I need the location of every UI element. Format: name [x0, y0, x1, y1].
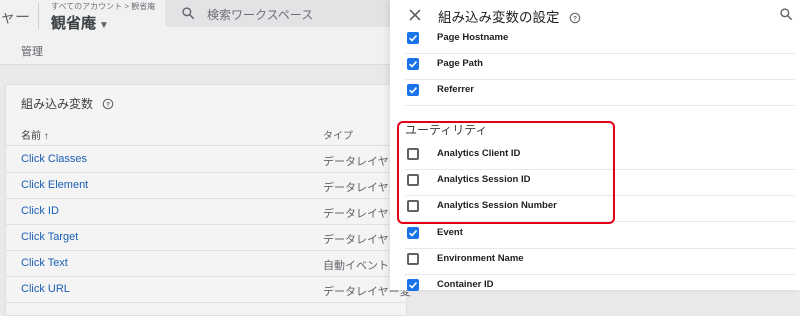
variable-name-link[interactable]: Click URL — [21, 283, 70, 295]
workspace-search[interactable] — [165, 0, 425, 27]
checkbox[interactable] — [407, 200, 419, 212]
variable-name-link[interactable]: Click Target — [21, 231, 78, 243]
list-item[interactable]: Environment Name — [405, 248, 795, 275]
checkbox[interactable] — [407, 148, 419, 160]
list-item[interactable]: Page Path — [405, 53, 795, 80]
checkbox[interactable] — [407, 279, 419, 291]
check-icon — [409, 230, 418, 237]
close-icon[interactable] — [407, 7, 423, 23]
variable-label: Analytics Session Number — [437, 200, 557, 211]
utility-group-title: ユーティリティ — [405, 123, 488, 137]
panel-title: 組み込み変数の設定 ? — [438, 6, 581, 26]
column-header-type[interactable]: タイプ — [323, 127, 353, 142]
caret-down-icon: ▼ — [99, 20, 109, 31]
card-title-text: 組み込み変数 — [21, 97, 94, 111]
configure-builtin-variables-panel: Page Hostname Page Path Referrer ユーティリティ… — [390, 0, 800, 291]
table-row[interactable]: Click Classes データレイヤー変 — [6, 146, 411, 173]
checkbox[interactable] — [407, 253, 419, 265]
variable-label: Event — [437, 227, 463, 238]
variable-label: Container ID — [437, 279, 494, 290]
help-icon[interactable]: ? — [569, 12, 581, 24]
variable-name-link[interactable]: Click Element — [21, 179, 88, 191]
check-icon — [409, 61, 418, 68]
checkbox[interactable] — [407, 84, 419, 96]
account-breadcrumb[interactable]: すべてのアカウント > 観省庵 — [51, 1, 155, 12]
builtin-variables-card: 組み込み変数 ? 名前 ↑ タイプ Click Classes データレイヤー変… — [5, 84, 411, 316]
panel-title-text: 組み込み変数の設定 — [438, 10, 560, 25]
check-icon — [409, 282, 418, 289]
svg-text:?: ? — [573, 16, 577, 23]
panel-header: 組み込み変数の設定 ? — [390, 0, 800, 30]
table-row[interactable]: Click Text 自動イベント変数 — [6, 250, 411, 277]
variable-name-link[interactable]: Click Text — [21, 257, 68, 269]
container-name: 観省庵 — [51, 15, 97, 32]
container-switcher[interactable]: 観省庵 ▼ — [51, 12, 109, 33]
check-icon — [409, 35, 418, 42]
table-row[interactable]: Click ID データレイヤー変 — [6, 198, 411, 225]
divider — [38, 3, 39, 29]
search-icon — [182, 7, 195, 20]
variable-label: Page Path — [437, 58, 483, 69]
list-item[interactable]: Analytics Session Number — [405, 195, 795, 222]
svg-text:?: ? — [106, 102, 110, 109]
variable-label: Analytics Client ID — [437, 148, 521, 159]
variable-name-link[interactable]: Click Classes — [21, 153, 87, 165]
checkbox[interactable] — [407, 227, 419, 239]
list-item[interactable]: Referrer — [405, 79, 795, 106]
list-item[interactable]: Analytics Session ID — [405, 169, 795, 196]
list-item[interactable]: Analytics Client ID — [405, 143, 795, 170]
variable-label: Environment Name — [437, 253, 524, 264]
search-icon[interactable] — [779, 7, 793, 21]
checkbox[interactable] — [407, 32, 419, 44]
tab-admin[interactable]: 管理 — [21, 43, 43, 59]
variable-label: Referrer — [437, 84, 474, 95]
product-name: ャー — [0, 9, 31, 26]
table-row[interactable]: Click Element データレイヤー変 — [6, 172, 411, 199]
table-row[interactable]: Click Target データレイヤー変 — [6, 224, 411, 251]
card-title: 組み込み変数 ? — [21, 95, 114, 112]
check-icon — [409, 87, 418, 94]
search-input[interactable] — [205, 5, 409, 25]
variable-label: Analytics Session ID — [437, 174, 531, 185]
list-item[interactable]: Page Hostname — [405, 27, 795, 54]
help-icon[interactable]: ? — [102, 98, 114, 110]
list-item[interactable]: Event — [405, 222, 795, 249]
variable-label: Page Hostname — [437, 32, 509, 43]
column-header-name[interactable]: 名前 ↑ — [21, 127, 49, 142]
variable-name-link[interactable]: Click ID — [21, 205, 59, 217]
list-item[interactable]: Container ID — [405, 274, 795, 300]
checkbox[interactable] — [407, 58, 419, 70]
checkbox[interactable] — [407, 174, 419, 186]
